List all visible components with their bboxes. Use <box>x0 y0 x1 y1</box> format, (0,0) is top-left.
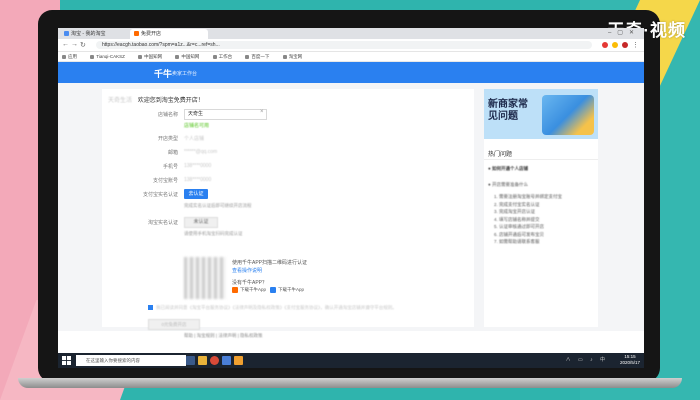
tab-1-label: 淘宝 - 我的淘宝 <box>71 31 106 37</box>
open-type-label: 开店类型 <box>157 136 178 142</box>
alipay-auth-row: 支付宝实名认证 去认证 <box>102 189 474 201</box>
reload-icon[interactable]: ↻ <box>80 41 86 49</box>
open-type-value: 个人店铺 <box>184 136 205 142</box>
url-field[interactable]: https://eacgh.taobao.com/?spm=a1z...&r=c… <box>96 41 592 49</box>
bookmark-icon <box>212 54 217 59</box>
tab-2-label: 免费开店 <box>141 31 162 37</box>
bookmarks-bar: 应用 Tianqi-CAKSZ 中国知网 中国知网 工作台 百度一下 淘宝网 <box>58 52 644 62</box>
divider <box>484 159 598 160</box>
taskbar-search[interactable]: 在这里输入你要搜索的内容 <box>76 355 186 366</box>
user-name: 天奇生活 <box>108 98 133 104</box>
help-sidebar: 新商家常见问题 热门问题 ● 如何开通个人店铺 ● 开店需要准备什么 1. 需要… <box>484 89 598 327</box>
taobao-auth-row: 淘宝实名认证 未认证 <box>102 217 474 229</box>
browser-tab-1[interactable]: 淘宝 - 我的淘宝 <box>60 29 134 39</box>
bookmark-icon <box>138 54 143 59</box>
email-row: 邮箱 ******@qq.com <box>102 147 474 159</box>
taskbar-clock[interactable]: 15:15 2020/5/17 <box>620 354 640 366</box>
file-explorer-icon[interactable] <box>198 356 207 365</box>
bookmark-item[interactable]: 中国知网 <box>175 54 199 59</box>
shop-name-label: 店铺名称 <box>157 112 178 118</box>
task-view-icon[interactable] <box>186 356 195 365</box>
qr-instruction: 使用千牛APP扫描二维码进行认证 <box>232 260 308 266</box>
qianniu-logo[interactable]: 千牛 <box>154 67 172 80</box>
profile-icon[interactable] <box>622 42 628 48</box>
taobao-tab-icon <box>134 31 139 37</box>
system-tray[interactable]: ∧ ▭ ♪ 中 <box>566 356 608 363</box>
phone-value: 138****0000 <box>184 163 212 169</box>
taobao-auth-hint: 请使用手机淘宝扫码完成认证 <box>184 231 243 236</box>
address-bar: ← → ↻ https://eacgh.taobao.com/?spm=a1z.… <box>58 39 644 52</box>
download-android[interactable]: 下载千牛App <box>232 287 266 293</box>
page-title: 天奇生活 欢迎您到淘宝免费开店！ <box>108 95 204 104</box>
submit-button[interactable]: 0元免费开店 <box>148 319 200 330</box>
header-subtitle: 卖家工作台 <box>172 71 198 77</box>
download-ios[interactable]: 下载千牛App <box>270 287 304 293</box>
agreement-checkbox[interactable] <box>148 305 153 310</box>
banner-illustration <box>542 95 594 135</box>
back-icon[interactable]: ← <box>62 41 69 48</box>
no-app-text: 没有千牛APP？ <box>232 280 268 286</box>
site-header: 千牛 卖家工作台 <box>58 62 644 84</box>
window-controls[interactable]: –▢✕ <box>608 29 640 36</box>
laptop-base <box>18 378 682 388</box>
browser-tab-2[interactable]: 免费开店 <box>130 29 208 39</box>
bookmark-icon <box>175 54 180 59</box>
welcome-text: 欢迎您到淘宝免费开店！ <box>137 98 204 104</box>
app-icon[interactable] <box>234 356 243 365</box>
taobao-auth-label: 淘宝实名认证 <box>147 220 178 226</box>
apps-icon <box>62 54 66 59</box>
laptop-screen: 淘宝 - 我的淘宝 免费开店 –▢✕ ← → ↻ https://eacgh.t… <box>58 28 644 368</box>
shop-name-check-row: 店铺名可用 <box>102 120 474 132</box>
forward-icon[interactable]: → <box>71 41 78 48</box>
alipay-auth-label: 支付宝实名认证 <box>142 192 178 198</box>
alipay-auth-hint: 完成实名认证后即可继续开店流程 <box>184 203 252 208</box>
bookmark-icon <box>282 54 287 59</box>
new-merchant-banner[interactable]: 新商家常见问题 <box>484 89 598 139</box>
faq-item[interactable]: ● 开店需要准备什么 <box>488 181 528 188</box>
footer-links[interactable]: 帮助 | 淘宝规则 | 法律声明 | 隐私权政策 <box>184 333 263 339</box>
extension-icon[interactable] <box>612 42 618 48</box>
bookmark-item[interactable]: 应用 <box>62 54 77 59</box>
bookmark-item[interactable]: 百度一下 <box>245 54 269 59</box>
menu-icon[interactable]: ⋮ <box>632 41 639 49</box>
shop-name-check: 店铺名可用 <box>184 123 210 129</box>
browser-tab-bar: 淘宝 - 我的淘宝 免费开店 –▢✕ <box>58 28 644 39</box>
alipay-value: 138****0000 <box>184 177 212 183</box>
phone-row: 手机号 138****0000 <box>102 161 474 173</box>
agreement-row: 我已阅读并同意《淘宝平台服务协议》《法律声明及隐私权政策》《支付宝服务协议》，确… <box>148 305 464 311</box>
open-type-row: 开店类型 个人店铺 <box>102 133 474 145</box>
hot-questions-title: 热门问题 <box>488 152 513 158</box>
open-shop-form: 天奇生活 欢迎您到淘宝免费开店！ 店铺名称 天奇生 × 店铺名可用 开店类型 个… <box>102 89 474 338</box>
bookmark-item[interactable]: Tianqi-CAKSZ <box>90 54 125 59</box>
shop-name-input[interactable]: 天奇生 <box>184 109 267 120</box>
faq-answer: 1. 需要注册淘宝账号并绑定支付宝 2. 完成支付宝实名认证 3. 完成淘宝开店… <box>494 194 563 244</box>
page-content: 天奇生活 欢迎您到淘宝免费开店！ 店铺名称 天奇生 × 店铺名可用 开店类型 个… <box>58 83 644 338</box>
agreement-text: 我已阅读并同意《淘宝平台服务协议》《法律声明及隐私权政策》《支付宝服务协议》，确… <box>156 305 397 310</box>
bookmark-item[interactable]: 中国知网 <box>138 54 162 59</box>
email-label: 邮箱 <box>167 150 178 156</box>
apple-icon <box>270 287 276 293</box>
chrome-icon[interactable] <box>210 356 219 365</box>
phone-label: 手机号 <box>162 164 178 170</box>
taobao-tab-icon <box>64 31 69 37</box>
app-icon[interactable] <box>222 356 231 365</box>
bookmark-icon <box>245 54 250 59</box>
taobao-auth-status: 未认证 <box>184 217 218 228</box>
faq-item[interactable]: ● 如何开通个人店铺 <box>488 165 528 172</box>
bookmark-icon <box>90 54 95 59</box>
qr-help-link[interactable]: 查看操作说明 <box>232 267 262 274</box>
bookmark-item[interactable]: 淘宝网 <box>282 54 302 59</box>
windows-taskbar: 在这里输入你要搜索的内容 ∧ ▭ ♪ 中 15:15 2020/5/17 <box>58 353 644 368</box>
clear-icon[interactable]: × <box>260 109 264 115</box>
qr-code <box>184 257 226 299</box>
alipay-auth-button[interactable]: 去认证 <box>184 189 208 199</box>
extension-icon[interactable] <box>602 42 608 48</box>
alipay-row: 支付宝账号 138****0000 <box>102 175 474 187</box>
email-value: ******@qq.com <box>184 149 218 155</box>
windows-start-icon[interactable] <box>62 356 71 365</box>
banner-title: 新商家常见问题 <box>488 99 528 122</box>
bookmark-item[interactable]: 工作台 <box>212 54 232 59</box>
android-icon <box>232 287 238 293</box>
alipay-label: 支付宝账号 <box>152 178 178 184</box>
